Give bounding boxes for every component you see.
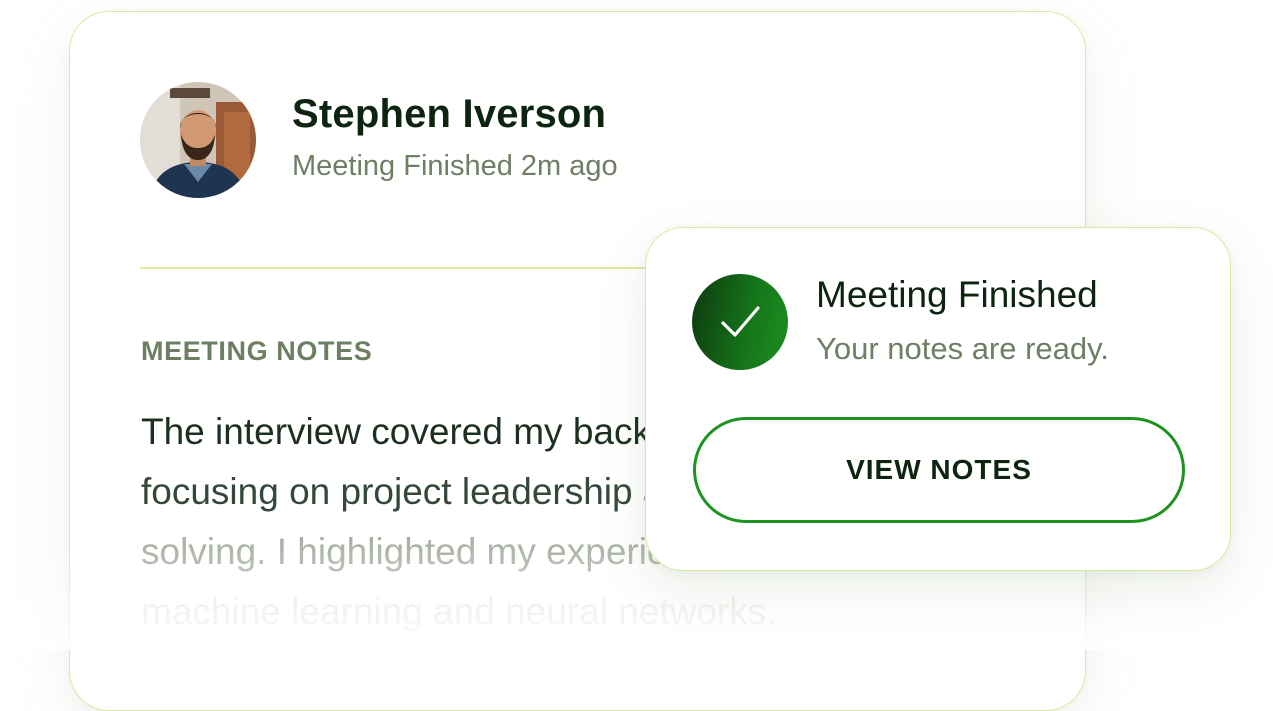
profile-name: Stephen Iverson [292,92,607,136]
notification-subtitle: Your notes are ready. [816,331,1109,366]
divider [140,267,660,269]
notification-popup: Meeting Finished Your notes are ready. V… [645,227,1231,571]
check-icon [692,274,788,370]
meeting-notes-label: MEETING NOTES [141,336,373,366]
view-notes-button-label: VIEW NOTES [846,454,1032,485]
meeting-status-text: Meeting Finished 2m ago [292,150,618,182]
notes-line: machine learning and neural networks. [141,591,777,632]
view-notes-button[interactable]: VIEW NOTES [693,417,1185,523]
avatar-photo [140,82,256,198]
notification-title: Meeting Finished [816,274,1098,315]
avatar [140,82,256,198]
